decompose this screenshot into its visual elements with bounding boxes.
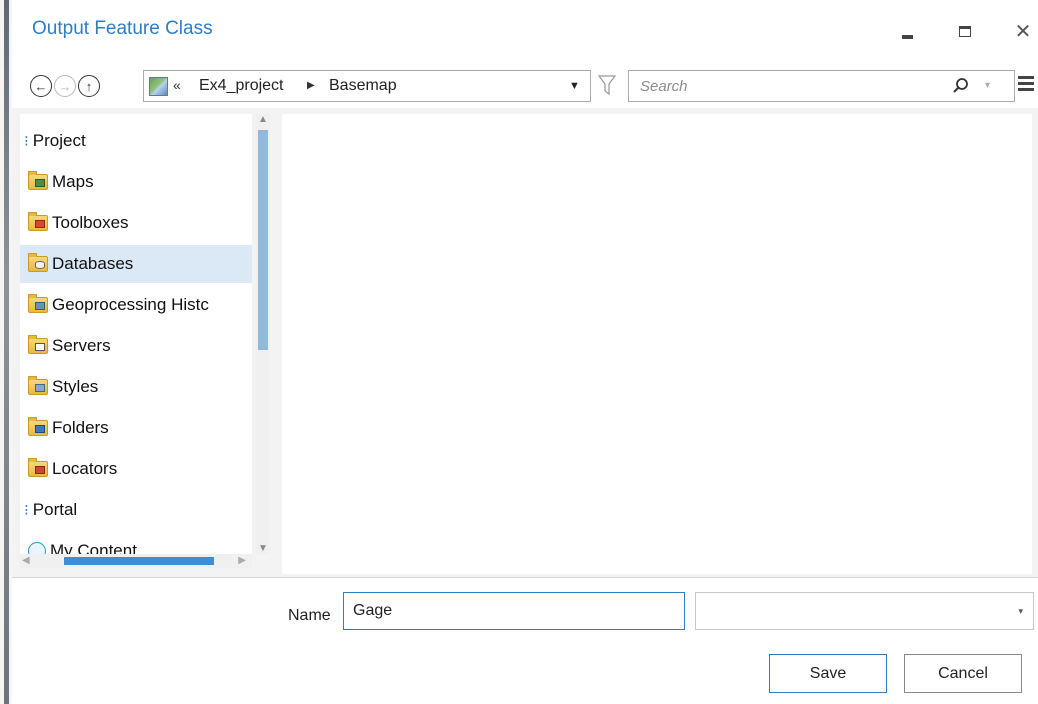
back-arrow-icon: ← bbox=[34, 78, 48, 94]
path-overflow-icon[interactable]: « bbox=[173, 77, 181, 93]
search-icon[interactable] bbox=[952, 77, 970, 95]
browse-content-area: ⁝ Project Maps Toolboxes Databases Geopr… bbox=[12, 108, 1038, 578]
tree-item-styles[interactable]: Styles bbox=[20, 368, 252, 406]
background-window-edge bbox=[0, 0, 12, 704]
breadcrumb-separator-icon[interactable]: ▶ bbox=[307, 80, 315, 91]
folders-folder-icon bbox=[28, 417, 48, 436]
search-input[interactable]: Search bbox=[640, 78, 688, 95]
tree-item-label: Locators bbox=[52, 459, 118, 478]
background-window-bar bbox=[4, 0, 9, 704]
catalog-tree: ⁝ Project Maps Toolboxes Databases Geopr… bbox=[20, 114, 252, 554]
tree-item-label: Folders bbox=[52, 418, 109, 437]
tree-item-label: Portal bbox=[32, 500, 78, 519]
breadcrumb-ex4-project[interactable]: Ex4_project bbox=[199, 77, 284, 95]
search-options-dropdown-icon[interactable]: ▾ bbox=[985, 80, 990, 91]
tree-item-label: Styles bbox=[52, 377, 99, 396]
maps-folder-icon bbox=[28, 171, 48, 190]
name-label: Name bbox=[288, 607, 331, 624]
save-button[interactable]: Save bbox=[769, 654, 887, 693]
breadcrumb-basemap[interactable]: Basemap bbox=[329, 77, 397, 95]
expander-icon[interactable]: ⁝ bbox=[24, 132, 29, 150]
map-location-icon bbox=[149, 77, 168, 96]
databases-folder-icon bbox=[28, 253, 48, 272]
scroll-down-icon[interactable]: ▼ bbox=[258, 543, 268, 554]
tree-item-label: Maps bbox=[52, 172, 94, 191]
tree-item-project[interactable]: ⁝ Project bbox=[20, 122, 252, 160]
expander-icon[interactable]: ⁝ bbox=[24, 501, 29, 519]
output-feature-class-dialog: Output Feature Class ✕ ← → ↑ « Ex4_proje… bbox=[12, 0, 1038, 704]
name-input[interactable] bbox=[343, 592, 685, 630]
vertical-scroll-thumb[interactable] bbox=[258, 130, 268, 350]
tree-item-label: Databases bbox=[52, 254, 134, 273]
hamburger-menu-icon[interactable] bbox=[1018, 76, 1034, 94]
tree-item-geoprocessing-history[interactable]: Geoprocessing Histc bbox=[20, 286, 252, 324]
minimize-button[interactable] bbox=[892, 16, 922, 46]
search-box[interactable]: Search ▾ bbox=[628, 70, 1015, 102]
styles-folder-icon bbox=[28, 376, 48, 395]
tree-item-maps[interactable]: Maps bbox=[20, 163, 252, 201]
close-button[interactable]: ✕ bbox=[1008, 16, 1038, 46]
tree-item-label: Geoprocessing Histc bbox=[52, 295, 209, 314]
title-bar: Output Feature Class ✕ bbox=[12, 0, 1038, 62]
tree-item-toolboxes[interactable]: Toolboxes bbox=[20, 204, 252, 242]
tree-item-databases[interactable]: Databases bbox=[20, 245, 252, 283]
dialog-title: Output Feature Class bbox=[32, 18, 213, 39]
tree-item-portal[interactable]: ⁝ Portal bbox=[20, 491, 252, 529]
feature-class-type-dropdown[interactable]: ▾ bbox=[695, 592, 1034, 630]
tree-item-label: My Content bbox=[50, 541, 137, 554]
tree-horizontal-scrollbar[interactable]: ◀ ▶ bbox=[20, 554, 252, 568]
filter-icon[interactable] bbox=[598, 74, 616, 96]
cancel-button[interactable]: Cancel bbox=[904, 654, 1022, 693]
tree-item-label: Project bbox=[32, 131, 86, 150]
up-arrow-icon: ↑ bbox=[85, 78, 93, 94]
tree-item-folders[interactable]: Folders bbox=[20, 409, 252, 447]
locators-folder-icon bbox=[28, 458, 48, 477]
items-pane[interactable] bbox=[282, 114, 1032, 574]
back-button[interactable]: ← bbox=[30, 75, 52, 97]
tree-item-label: Toolboxes bbox=[52, 213, 129, 232]
forward-arrow-icon: → bbox=[58, 78, 72, 94]
scroll-up-icon[interactable]: ▲ bbox=[258, 114, 268, 125]
up-button[interactable]: ↑ bbox=[78, 75, 100, 97]
maximize-button[interactable] bbox=[950, 16, 980, 46]
navigation-toolbar: ← → ↑ « Ex4_project ▶ Basemap ▼ Search ▾ bbox=[12, 62, 1038, 108]
servers-folder-icon bbox=[28, 335, 48, 354]
forward-button[interactable]: → bbox=[54, 75, 76, 97]
my-content-icon bbox=[28, 542, 46, 554]
toolboxes-folder-icon bbox=[28, 212, 48, 231]
tree-item-locators[interactable]: Locators bbox=[20, 450, 252, 488]
scroll-left-icon[interactable]: ◀ bbox=[22, 555, 30, 566]
scroll-right-icon[interactable]: ▶ bbox=[238, 555, 246, 566]
tree-item-label: Servers bbox=[52, 336, 111, 355]
tree-vertical-scrollbar[interactable]: ▲ ▼ bbox=[256, 114, 270, 554]
location-path-bar[interactable]: « Ex4_project ▶ Basemap ▼ bbox=[143, 70, 591, 102]
path-dropdown-icon[interactable]: ▼ bbox=[569, 80, 580, 92]
dropdown-arrow-icon[interactable]: ▾ bbox=[1018, 606, 1023, 617]
horizontal-scroll-thumb[interactable] bbox=[64, 557, 214, 565]
maximize-icon bbox=[959, 25, 971, 37]
close-icon: ✕ bbox=[1014, 20, 1032, 43]
minimize-icon bbox=[901, 35, 913, 39]
tree-item-my-content[interactable]: My Content bbox=[20, 532, 252, 554]
geoprocessing-history-icon bbox=[28, 294, 48, 313]
tree-item-servers[interactable]: Servers bbox=[20, 327, 252, 365]
